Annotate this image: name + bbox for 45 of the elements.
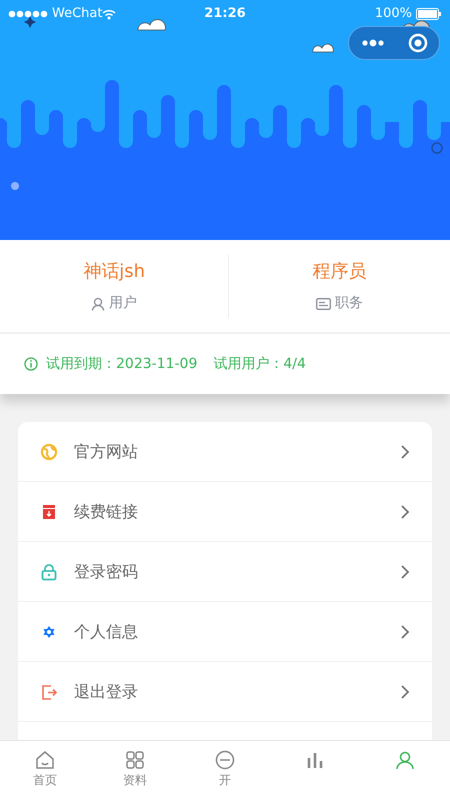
- menu-item[interactable]: 官方网站: [18, 422, 432, 482]
- sparkle-icon: [24, 16, 36, 28]
- chevron-right-icon: [400, 564, 410, 580]
- chevron-right-icon: [400, 684, 410, 700]
- plus-circle-icon: [214, 749, 236, 771]
- role-name: 程序员: [312, 260, 367, 284]
- id-card-icon: [316, 298, 332, 310]
- signal-icon: [8, 10, 48, 18]
- grid-icon: [124, 749, 146, 771]
- target-icon: [408, 33, 428, 53]
- menu-item[interactable]: 登录密码: [18, 542, 432, 602]
- status-time: 21:26: [204, 5, 246, 24]
- home-icon: [34, 749, 56, 771]
- more-icon: [360, 39, 384, 47]
- tab[interactable]: 首页: [0, 741, 90, 800]
- chevron-right-icon: [400, 624, 410, 640]
- menu-label: 登录密码: [74, 560, 138, 582]
- menu-item[interactable]: 续费链接: [18, 482, 432, 542]
- trial-expiry: 试用到期：2023-11-09: [46, 354, 198, 374]
- chevron-right-icon: [400, 504, 410, 520]
- menu-label: 官方网站: [74, 440, 138, 462]
- trial-users: 试用用户：4/4: [213, 354, 306, 374]
- dot-icon: [11, 182, 19, 190]
- battery-icon: [416, 8, 442, 20]
- role-label: 职务: [335, 294, 364, 313]
- person-icon: [394, 749, 416, 771]
- menu-label: 续费链接: [74, 500, 138, 522]
- capsule-menu-button[interactable]: [348, 26, 440, 60]
- menu-label: 个人信息: [74, 620, 138, 642]
- cloud-icon: [312, 44, 334, 52]
- wifi-icon: [102, 8, 116, 20]
- cloud-icon: [138, 19, 166, 30]
- tab[interactable]: 资料: [90, 741, 180, 800]
- menu-label: 退出登录: [74, 680, 138, 702]
- user-name: 神话jsh: [83, 260, 146, 284]
- menu-item[interactable]: 个人信息: [18, 602, 432, 662]
- carrier-name: WeChat: [52, 5, 102, 24]
- info-icon: [24, 357, 38, 371]
- user-label: 用户: [109, 294, 138, 313]
- chevron-right-icon: [400, 444, 410, 460]
- battery-percent: 100%: [374, 5, 412, 24]
- tab[interactable]: 开: [180, 741, 270, 800]
- ring-icon: [431, 142, 443, 154]
- person-icon: [91, 296, 106, 310]
- menu-item[interactable]: 退出登录: [18, 662, 432, 722]
